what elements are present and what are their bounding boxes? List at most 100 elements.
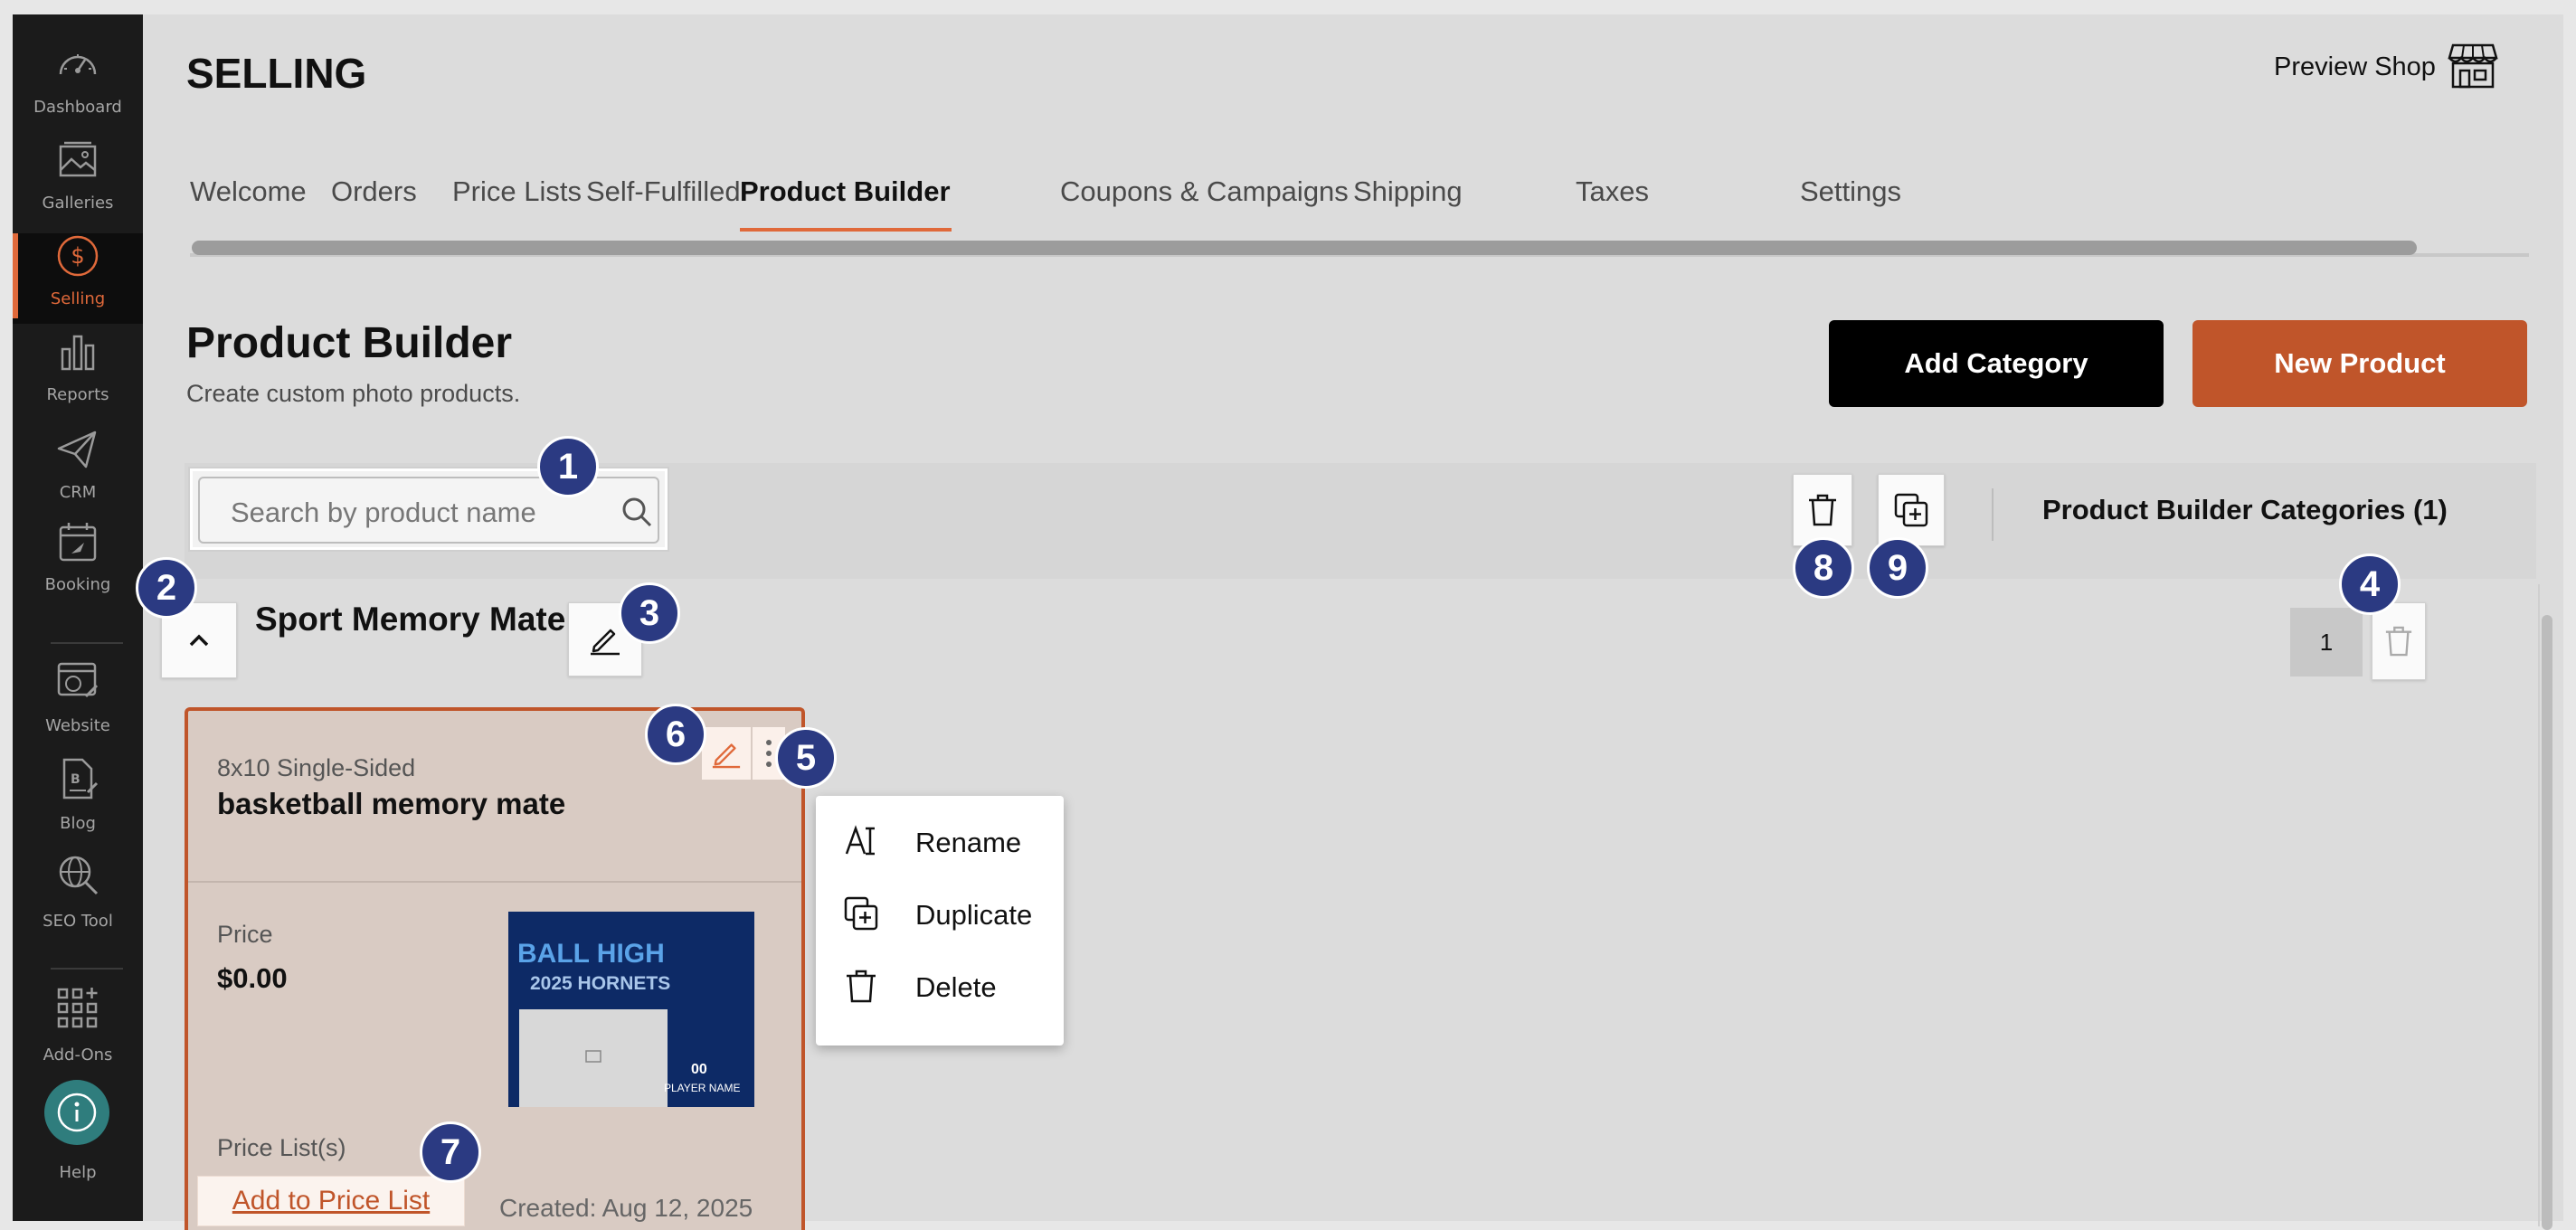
sidebar-item-label: Booking xyxy=(44,575,111,594)
trash-icon xyxy=(847,970,876,1003)
sidebar-item-label: Blog xyxy=(60,814,96,833)
storefront-icon[interactable] xyxy=(2448,42,2498,89)
svg-text:B: B xyxy=(71,772,80,787)
chevron-up-icon xyxy=(189,634,209,647)
sidebar-item-label: Reports xyxy=(46,385,109,404)
delete-category-button[interactable] xyxy=(2372,602,2426,680)
bulk-delete-button[interactable] xyxy=(1793,474,1852,546)
main-content: SELLING Preview Shop Welcome Orders Pric… xyxy=(143,14,2563,1230)
sidebar-item-selling[interactable]: $ Selling xyxy=(13,233,143,324)
tab-orders[interactable]: Orders xyxy=(331,175,417,208)
sidebar-item-booking[interactable]: Booking xyxy=(13,519,143,610)
price-lists-label: Price List(s) xyxy=(217,1134,346,1161)
tab-settings[interactable]: Settings xyxy=(1800,175,1901,208)
selling-dollar-icon: $ xyxy=(57,235,99,277)
image-placeholder-icon xyxy=(585,1050,601,1063)
tab-self-fulfilled[interactable]: Self-Fulfilled xyxy=(586,175,741,208)
blog-document-icon: B xyxy=(62,758,99,800)
sidebar-item-crm[interactable]: CRM xyxy=(13,427,143,517)
sidebar-item-help[interactable]: Help xyxy=(13,1076,143,1203)
sidebar: Dashboard Galleries $ Selling Reports CR… xyxy=(13,14,143,1221)
sidebar-item-label: Website xyxy=(45,716,110,735)
rename-text-cursor-icon xyxy=(845,825,875,856)
trash-icon xyxy=(1809,494,1836,526)
sidebar-item-label: Galleries xyxy=(42,194,114,213)
price-label: Price xyxy=(217,921,273,948)
sidebar-item-label: SEO Tool xyxy=(43,912,113,931)
tab-welcome[interactable]: Welcome xyxy=(190,175,307,208)
svg-text:$: $ xyxy=(71,243,84,269)
new-product-button[interactable]: New Product xyxy=(2192,320,2527,407)
annotation-badge-6: 6 xyxy=(645,704,706,765)
page-subtitle: Create custom photo products. xyxy=(186,380,521,407)
tab-coupons-campaigns[interactable]: Coupons & Campaigns xyxy=(1060,175,1349,208)
sidebar-item-website[interactable]: Website xyxy=(13,658,143,749)
window-frame-top xyxy=(0,0,2576,14)
reports-bar-chart-icon xyxy=(61,335,95,371)
content-scroll-track xyxy=(2538,584,2540,1226)
sidebar-item-dashboard[interactable]: Dashboard xyxy=(13,42,143,132)
add-to-price-list-link[interactable]: Add to Price List xyxy=(197,1176,465,1226)
thumbnail-school-text: BALL HIGH xyxy=(517,939,665,969)
annotation-badge-3: 3 xyxy=(619,582,680,644)
thumbnail-team-text: 2025 HORNETS xyxy=(530,973,671,994)
price-value: $0.00 xyxy=(217,962,288,994)
content-scrollbar[interactable] xyxy=(2542,615,2552,1230)
website-globe-icon xyxy=(57,662,99,698)
annotation-badge-9: 9 xyxy=(1867,537,1928,599)
annotation-badge-8: 8 xyxy=(1793,537,1854,599)
menu-item-delete[interactable]: Delete xyxy=(816,951,1064,1022)
sidebar-item-reports[interactable]: Reports xyxy=(13,329,143,420)
preview-shop-link[interactable]: Preview Shop xyxy=(2274,52,2436,82)
add-ons-grid-icon xyxy=(57,988,98,1028)
tab-price-lists[interactable]: Price Lists xyxy=(452,175,582,208)
window-frame-left xyxy=(0,0,13,1230)
menu-item-duplicate[interactable]: Duplicate xyxy=(816,879,1064,950)
pencil-icon xyxy=(591,629,620,656)
tabs-scrollbar[interactable] xyxy=(192,241,2417,255)
sidebar-item-blog[interactable]: B Blog xyxy=(13,756,143,847)
menu-item-label: Rename xyxy=(915,827,1022,858)
page-title: Product Builder xyxy=(186,319,513,367)
annotation-badge-4: 4 xyxy=(2339,554,2401,615)
duplicate-icon xyxy=(844,896,878,931)
bulk-duplicate-button[interactable] xyxy=(1878,474,1945,546)
tab-product-builder[interactable]: Product Builder xyxy=(740,175,951,208)
menu-item-rename[interactable]: Rename xyxy=(816,807,1064,877)
sidebar-item-add-ons[interactable]: Add-Ons xyxy=(13,986,143,1076)
active-tab-underline xyxy=(740,228,952,232)
sidebar-item-label: Help xyxy=(59,1163,97,1182)
thumbnail-player-number: 00 xyxy=(691,1062,707,1077)
search-icon[interactable] xyxy=(620,495,654,529)
booking-calendar-icon xyxy=(59,523,97,562)
seo-globe-search-icon xyxy=(59,856,99,895)
crm-paper-plane-icon xyxy=(57,430,97,468)
sidebar-divider xyxy=(51,642,123,644)
sidebar-item-label: Add-Ons xyxy=(43,1046,113,1064)
product-card[interactable]: 8x10 Single-Sided basketball memory mate… xyxy=(185,707,805,1230)
created-date: Created: Aug 12, 2025 xyxy=(499,1194,753,1222)
category-product-count: 1 xyxy=(2290,608,2363,676)
galleries-image-icon xyxy=(59,141,97,177)
category-name: Sport Memory Mate xyxy=(255,601,566,638)
app-title: SELLING xyxy=(186,50,367,97)
tab-shipping[interactable]: Shipping xyxy=(1353,175,1463,208)
sidebar-item-seo-tool[interactable]: SEO Tool xyxy=(13,852,143,942)
toolbar-separator xyxy=(1992,488,1994,541)
categories-count-heading: Product Builder Categories (1) xyxy=(2042,494,2448,525)
tab-taxes[interactable]: Taxes xyxy=(1576,175,1649,208)
menu-item-label: Delete xyxy=(915,971,997,1003)
thumbnail-player-name: PLAYER NAME xyxy=(664,1082,741,1094)
duplicate-icon xyxy=(1894,493,1928,527)
edit-product-button[interactable] xyxy=(702,727,751,780)
window-frame-right xyxy=(2563,0,2576,1230)
card-divider xyxy=(188,881,801,883)
annotation-badge-2: 2 xyxy=(136,557,197,619)
product-context-menu: Rename Duplicate Delete xyxy=(816,796,1064,1046)
menu-item-label: Duplicate xyxy=(915,899,1033,931)
sidebar-active-indicator xyxy=(13,233,18,318)
dashboard-gauge-icon xyxy=(59,54,97,75)
add-category-button[interactable]: Add Category xyxy=(1829,320,2164,407)
annotation-badge-1: 1 xyxy=(537,436,599,497)
sidebar-item-galleries[interactable]: Galleries xyxy=(13,137,143,228)
